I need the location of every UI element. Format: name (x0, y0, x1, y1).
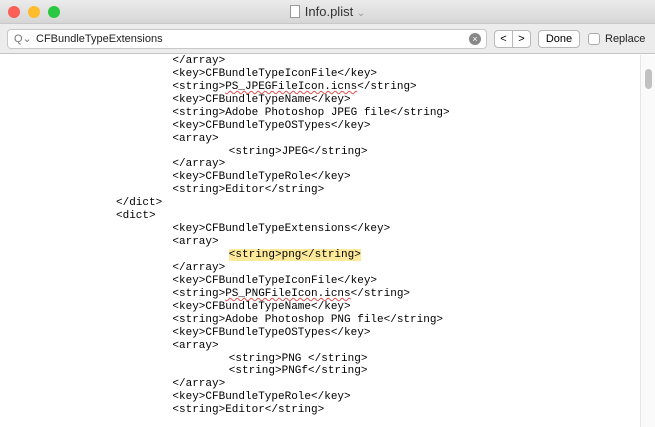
code-text: <key>CFBundleTypeName</key> (172, 93, 351, 106)
code-line: <string>Editor</string> (0, 184, 450, 197)
code-line: <string>png</string> (0, 249, 450, 262)
code-line: <string>PS_PNGFileIcon.icns</string> (0, 288, 450, 301)
window-title[interactable]: Info.plist ⌄ (0, 4, 655, 19)
code-text: <key>CFBundleTypeOSTypes</key> (172, 119, 371, 132)
code-text: <string>Editor</string> (172, 404, 325, 417)
code-line: <key>CFBundleTypeIconFile</key> (0, 275, 450, 288)
code-line: <array> (0, 236, 450, 249)
document-icon (289, 5, 300, 18)
code-text: <string>JPEG</string> (228, 145, 368, 158)
code-text: <string> (172, 287, 226, 300)
code-text: <key>CFBundleTypeIconFile</key> (172, 67, 378, 80)
code-text: <key>CFBundleTypeOSTypes</key> (172, 326, 371, 339)
code-text: <key>CFBundleTypeName</key> (172, 300, 351, 313)
code-line: </array> (0, 378, 450, 391)
code-line: <string>PNG </string> (0, 353, 450, 366)
code-text: <array> (172, 339, 219, 352)
code-text: <dict> (116, 210, 156, 223)
find-navigation: < > (494, 30, 531, 48)
code-text: </dict> (116, 197, 163, 210)
code-line: <key>CFBundleTypeRole</key> (0, 391, 450, 404)
code-text: </array> (172, 261, 226, 274)
search-input[interactable]: Q⌄ CFBundleTypeExtensions × (7, 29, 487, 49)
code-line: <string>PS_JPEGFileIcon.icns</string> (0, 81, 450, 94)
code-text: <array> (172, 132, 219, 145)
next-match-button[interactable]: > (513, 31, 530, 47)
replace-label: Replace (605, 33, 646, 45)
chevron-down-icon: ⌄ (356, 8, 366, 19)
search-match-highlight: <string>png</string> (228, 249, 361, 261)
code-text: <key>CFBundleTypeRole</key> (172, 171, 351, 184)
code-text: </array> (172, 378, 226, 391)
code-line: <key>CFBundleTypeExtensions</key> (0, 223, 450, 236)
code-line: </array> (0, 262, 450, 275)
code-line: <key>CFBundleTypeName</key> (0, 301, 450, 314)
vertical-scrollbar[interactable] (640, 55, 655, 427)
code-line: <key>CFBundleTypeIconFile</key> (0, 68, 450, 81)
code-line: <string>Adobe Photoshop PNG file</string… (0, 314, 450, 327)
misspelled-word: PS_JPEGFileIcon.icns (225, 80, 358, 93)
code-line: <string>Adobe Photoshop JPEG file</strin… (0, 106, 450, 120)
code-text: </string> (350, 287, 411, 300)
code-text: <string>PNG </string> (228, 352, 368, 365)
code-text: <string>PNGf</string> (228, 365, 368, 378)
find-bar: Q⌄ CFBundleTypeExtensions × < > Done Rep… (0, 24, 655, 54)
code-text: <string>Adobe Photoshop PNG file</string… (172, 313, 444, 326)
previous-match-button[interactable]: < (495, 31, 513, 47)
code-text: </array> (172, 158, 226, 171)
code-text: <string> (172, 80, 226, 93)
code-text: <array> (172, 236, 219, 249)
code-line: </array> (0, 158, 450, 171)
code-line: <string>Editor</string> (0, 404, 450, 417)
code-line: <key>CFBundleTypeOSTypes</key> (0, 327, 450, 340)
code-line: <dict> (0, 210, 450, 223)
misspelled-word: PS_PNGFileIcon.icns (225, 287, 351, 300)
replace-checkbox[interactable] (588, 33, 600, 45)
clear-search-icon[interactable]: × (469, 33, 481, 45)
title-bar: Info.plist ⌄ (0, 0, 655, 24)
code-text: <key>CFBundleTypeIconFile</key> (172, 274, 378, 287)
scrollbar-thumb[interactable] (645, 69, 652, 89)
code-line: <string>JPEG</string> (0, 146, 450, 159)
code-text: <key>CFBundleTypeExtensions</key> (172, 223, 391, 236)
code-text: <string>Editor</string> (172, 184, 325, 197)
search-icon: Q⌄ (14, 33, 32, 45)
code-lines: <string>jpeg</string></array><key>CFBund… (0, 55, 450, 417)
code-text: </string> (357, 80, 417, 93)
done-button[interactable]: Done (538, 30, 580, 48)
code-line: </array> (0, 55, 450, 68)
code-line: <array> (0, 340, 450, 353)
code-line: <string>PNGf</string> (0, 365, 450, 378)
code-text: <string>Adobe Photoshop JPEG file</strin… (172, 106, 450, 119)
code-line: </dict> (0, 197, 450, 210)
code-text: </array> (172, 55, 226, 67)
code-line: <key>CFBundleTypeOSTypes</key> (0, 120, 450, 133)
code-text: <key>CFBundleTypeRole</key> (172, 391, 351, 404)
search-query: CFBundleTypeExtensions (36, 33, 163, 45)
code-line: <key>CFBundleTypeName</key> (0, 94, 450, 107)
text-editor[interactable]: <string>jpeg</string></array><key>CFBund… (0, 55, 640, 427)
code-line: <array> (0, 133, 450, 146)
code-line: <key>CFBundleTypeRole</key> (0, 171, 450, 184)
window-title-text: Info.plist (304, 4, 354, 19)
